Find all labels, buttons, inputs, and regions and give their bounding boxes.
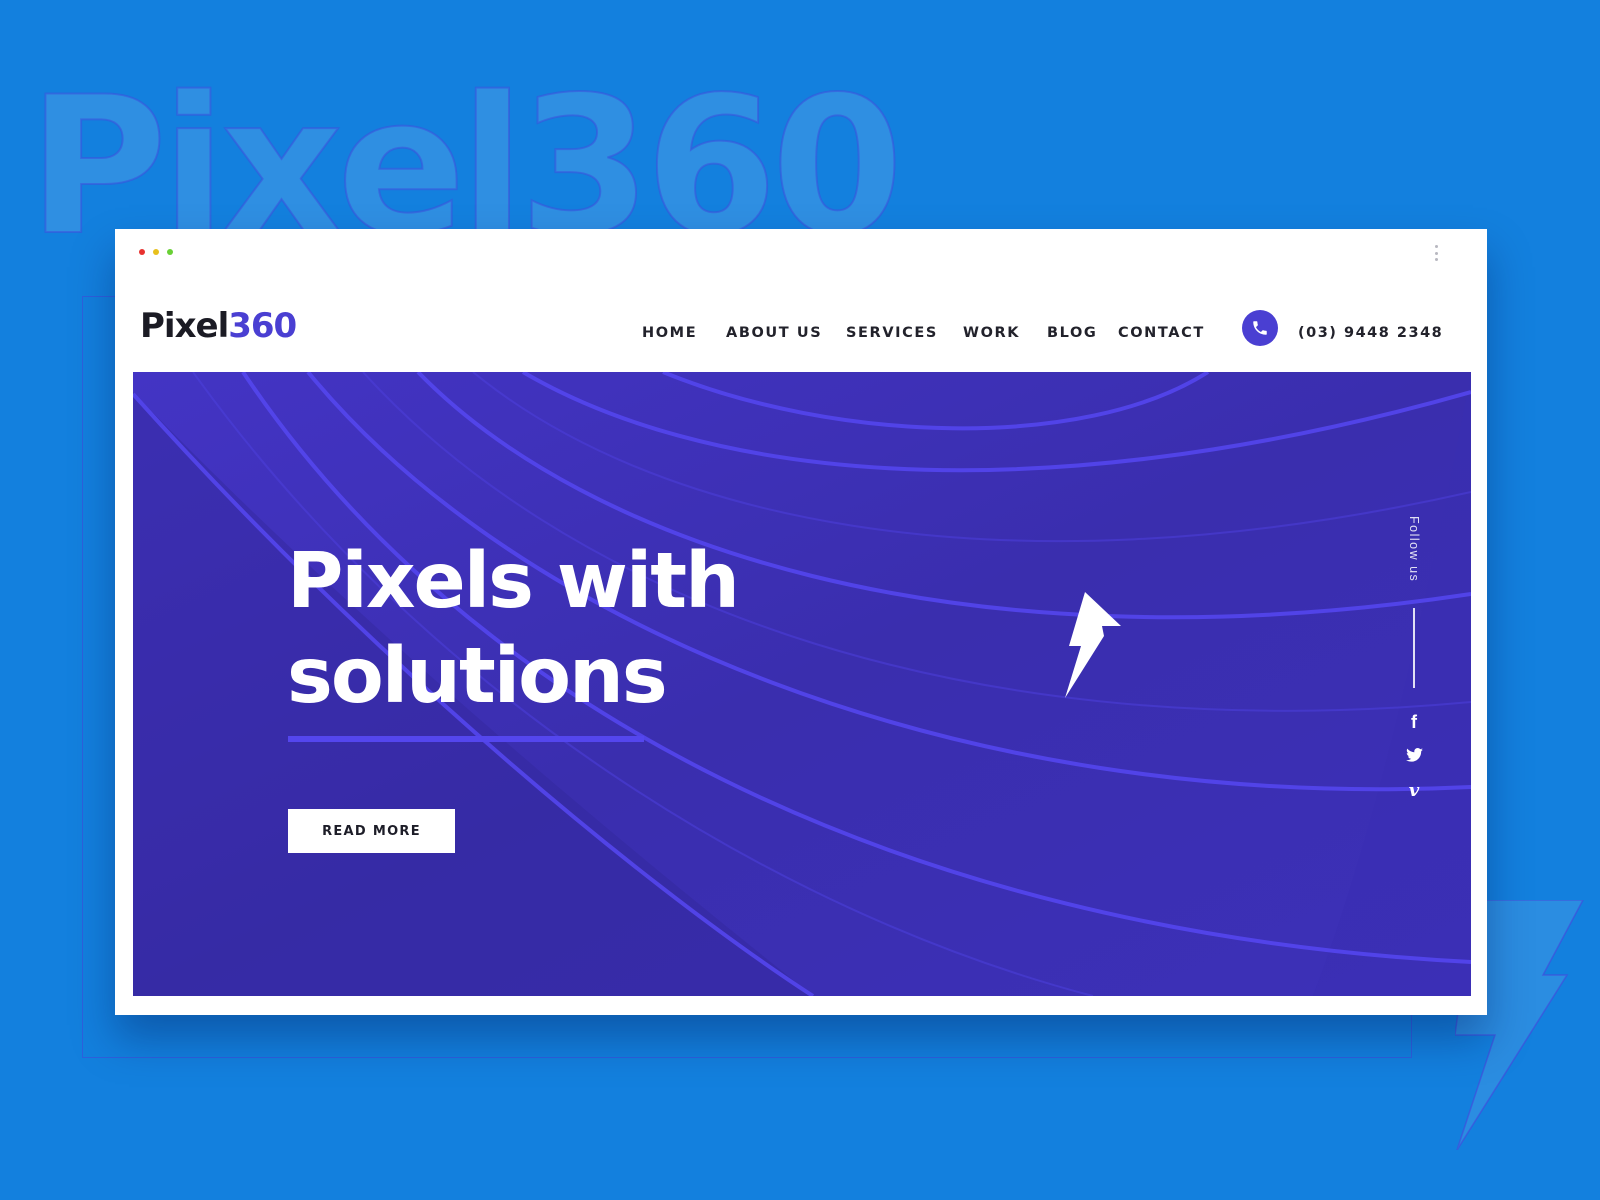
hero-title-line1: Pixels with [287,537,740,626]
nav-work[interactable]: WORK [963,318,1020,348]
facebook-icon[interactable]: f [1399,709,1429,735]
nav-services[interactable]: SERVICES [846,318,938,348]
nav-blog[interactable]: BLOG [1047,318,1097,348]
twitter-icon[interactable] [1399,742,1429,768]
read-more-button[interactable]: READ MORE [288,809,455,853]
browser-window: Pixel360 HOME ABOUT US SERVICES WORK BLO… [115,229,1487,1015]
close-dot-icon[interactable] [139,249,145,255]
hero-title: Pixels with solutions [287,534,887,724]
site-header: Pixel360 HOME ABOUT US SERVICES WORK BLO… [115,269,1487,369]
follow-divider [1413,608,1415,688]
lightning-bolt-icon [1065,592,1121,698]
kebab-icon[interactable] [1433,245,1439,267]
phone-icon[interactable] [1242,310,1278,346]
phone-number[interactable]: (03) 9448 2348 [1298,318,1443,348]
nav-contact[interactable]: CONTACT [1118,318,1205,348]
title-underline [288,736,644,742]
logo-text-part1: Pixel [140,306,229,346]
minimize-dot-icon[interactable] [153,249,159,255]
nav-home[interactable]: HOME [642,318,697,348]
nav-about-us[interactable]: ABOUT US [726,318,822,348]
vimeo-icon[interactable]: v [1399,777,1429,803]
logo-text-part2: 360 [228,306,297,346]
follow-us-label: Follow us [1407,516,1421,583]
browser-title-bar [115,229,1487,269]
hero-section: Pixels with solutions READ MORE Follow u… [133,372,1471,996]
site-logo[interactable]: Pixel360 [140,306,297,346]
maximize-dot-icon[interactable] [167,249,173,255]
hero-title-line2: solutions [287,632,668,721]
